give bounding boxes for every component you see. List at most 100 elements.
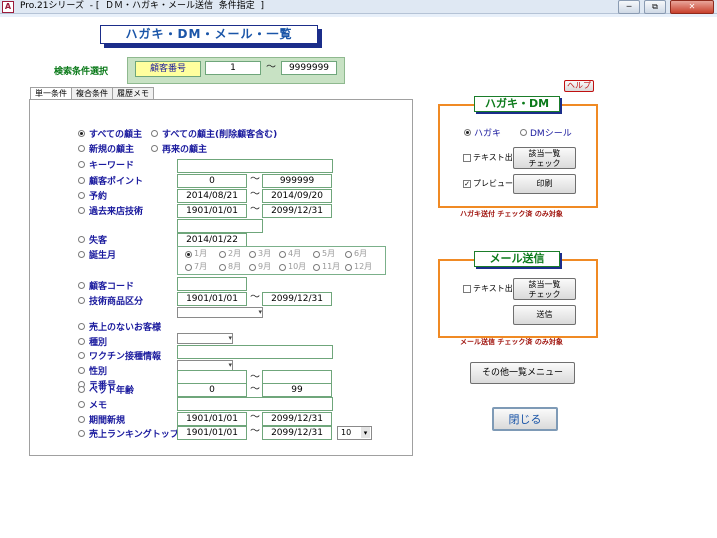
tech-item-radio[interactable] xyxy=(78,297,85,304)
client-number-from-input[interactable] xyxy=(205,61,261,75)
vaccine-input[interactable] xyxy=(177,345,333,359)
past-visit-from-input[interactable] xyxy=(177,204,247,218)
returning-clients-radio[interactable] xyxy=(151,145,158,152)
chevron-down-icon: ▾ xyxy=(361,427,370,438)
client-code-input[interactable] xyxy=(177,277,247,291)
sales-ranking-from-input[interactable] xyxy=(177,426,247,440)
past-visit-radio[interactable] xyxy=(78,207,85,214)
reservation-from-input[interactable] xyxy=(177,189,247,203)
all-clients-incl-deleted-label: すべての顧主(削除顧客含む) xyxy=(162,130,278,140)
kind-radio[interactable] xyxy=(78,338,85,345)
tech-item-category-dropdown[interactable] xyxy=(177,307,263,318)
pet-age-label: ペット年齢 xyxy=(89,386,135,396)
month-4-radio[interactable] xyxy=(279,251,286,258)
no-sales-label: 売上のないお客様 xyxy=(89,323,162,333)
restore-button[interactable]: ⧉ xyxy=(644,0,666,14)
hagaki-list-check-button[interactable]: 該当一覧 チェック xyxy=(513,147,576,169)
points-to-input[interactable] xyxy=(262,174,332,188)
month-6-radio[interactable] xyxy=(345,251,352,258)
tech-item-label: 技術商品区分 xyxy=(89,297,144,307)
zip-to-input[interactable] xyxy=(262,370,332,384)
hagaki-list-check-line1: 該当一覧 xyxy=(528,149,561,158)
month-12-radio[interactable] xyxy=(345,264,352,271)
client-number-to-input[interactable] xyxy=(281,61,337,75)
lost-client-radio[interactable] xyxy=(78,236,85,243)
tech-item-tilde: 〜 xyxy=(250,292,260,303)
period-new-tilde: 〜 xyxy=(250,412,260,423)
pet-age-radio[interactable] xyxy=(78,386,85,393)
hagaki-dm-title: ハガキ・DM xyxy=(474,96,560,112)
all-clients-incl-deleted-radio[interactable] xyxy=(151,130,158,137)
month-10-radio[interactable] xyxy=(279,264,286,271)
month-1-radio[interactable] xyxy=(185,251,192,258)
new-clients-label: 新規の顧主 xyxy=(89,145,135,155)
sales-ranking-to-input[interactable] xyxy=(262,426,332,440)
mail-title: メール送信 xyxy=(474,251,560,267)
dm-seal-radio[interactable] xyxy=(520,129,527,136)
mail-list-check-button[interactable]: 該当一覧 チェック xyxy=(513,278,576,300)
hagaki-text-output-checkbox[interactable] xyxy=(463,154,471,162)
month-7-radio[interactable] xyxy=(185,264,192,271)
condition-key-field[interactable]: 顧客番号 xyxy=(135,61,201,77)
send-button[interactable]: 送信 xyxy=(513,305,576,325)
points-radio[interactable] xyxy=(78,177,85,184)
app-icon: A xyxy=(2,1,14,13)
reservation-to-input[interactable] xyxy=(262,189,332,203)
past-visit-tech-input[interactable] xyxy=(177,219,263,233)
mail-note: メール送信 チェック済 のみ対象 xyxy=(460,338,563,346)
month-3-label: 3月 xyxy=(258,249,272,258)
reservation-radio[interactable] xyxy=(78,192,85,199)
tech-item-to-input[interactable] xyxy=(262,292,332,306)
month-9-radio[interactable] xyxy=(249,264,256,271)
print-button[interactable]: 印刷 xyxy=(513,174,576,194)
month-2-radio[interactable] xyxy=(219,251,226,258)
memo-label: メモ xyxy=(89,401,108,411)
sales-ranking-label: 売上ランキングトップ xyxy=(89,430,179,440)
vaccine-label: ワクチン接種情報 xyxy=(89,352,162,362)
tech-item-from-input[interactable] xyxy=(177,292,247,306)
month-8-radio[interactable] xyxy=(219,264,226,271)
preview-checkbox[interactable]: ✓ xyxy=(463,180,471,188)
past-visit-tilde: 〜 xyxy=(250,204,260,215)
ranking-top-dropdown[interactable]: 10 ▾ xyxy=(337,426,372,440)
all-clients-radio[interactable] xyxy=(78,130,85,137)
client-code-radio[interactable] xyxy=(78,282,85,289)
month-8-label: 8月 xyxy=(228,262,242,271)
close-button[interactable]: 閉じる xyxy=(492,407,558,431)
no-sales-radio[interactable] xyxy=(78,323,85,330)
points-label: 顧客ポイント xyxy=(89,177,144,187)
preview-label: プレビュー xyxy=(473,179,513,188)
period-new-radio[interactable] xyxy=(78,416,85,423)
kind-dropdown[interactable] xyxy=(177,333,233,344)
other-list-menu-button[interactable]: その他一覧メニュー xyxy=(470,362,575,384)
month-5-radio[interactable] xyxy=(313,251,320,258)
memo-radio[interactable] xyxy=(78,401,85,408)
month-11-radio[interactable] xyxy=(313,264,320,271)
all-clients-label: すべての顧主 xyxy=(89,130,143,140)
gender-radio[interactable] xyxy=(78,367,85,374)
minimize-button[interactable]: ─ xyxy=(618,0,640,14)
points-from-input[interactable] xyxy=(177,174,247,188)
month-2-label: 2月 xyxy=(228,249,242,258)
period-new-to-input[interactable] xyxy=(262,412,332,426)
gender-label: 性別 xyxy=(89,367,108,377)
dm-seal-label: DMシール xyxy=(530,129,572,139)
lost-client-date-input[interactable] xyxy=(177,233,247,247)
period-new-label: 期間新規 xyxy=(89,416,126,426)
keyword-radio[interactable] xyxy=(78,161,85,168)
close-window-button[interactable]: ✕ xyxy=(670,0,714,14)
pet-age-to-input[interactable] xyxy=(262,383,332,397)
new-clients-radio[interactable] xyxy=(78,145,85,152)
sales-ranking-tilde: 〜 xyxy=(250,426,260,437)
past-visit-to-input[interactable] xyxy=(262,204,332,218)
mail-text-output-checkbox[interactable] xyxy=(463,285,471,293)
month-3-radio[interactable] xyxy=(249,251,256,258)
period-new-from-input[interactable] xyxy=(177,412,247,426)
sales-ranking-radio[interactable] xyxy=(78,430,85,437)
help-button[interactable]: ヘルプ xyxy=(564,80,594,92)
pet-age-from-input[interactable] xyxy=(177,383,247,397)
zip-from-input[interactable] xyxy=(177,370,247,384)
birth-month-radio[interactable] xyxy=(78,251,85,258)
hagaki-radio[interactable] xyxy=(464,129,471,136)
vaccine-radio[interactable] xyxy=(78,352,85,359)
